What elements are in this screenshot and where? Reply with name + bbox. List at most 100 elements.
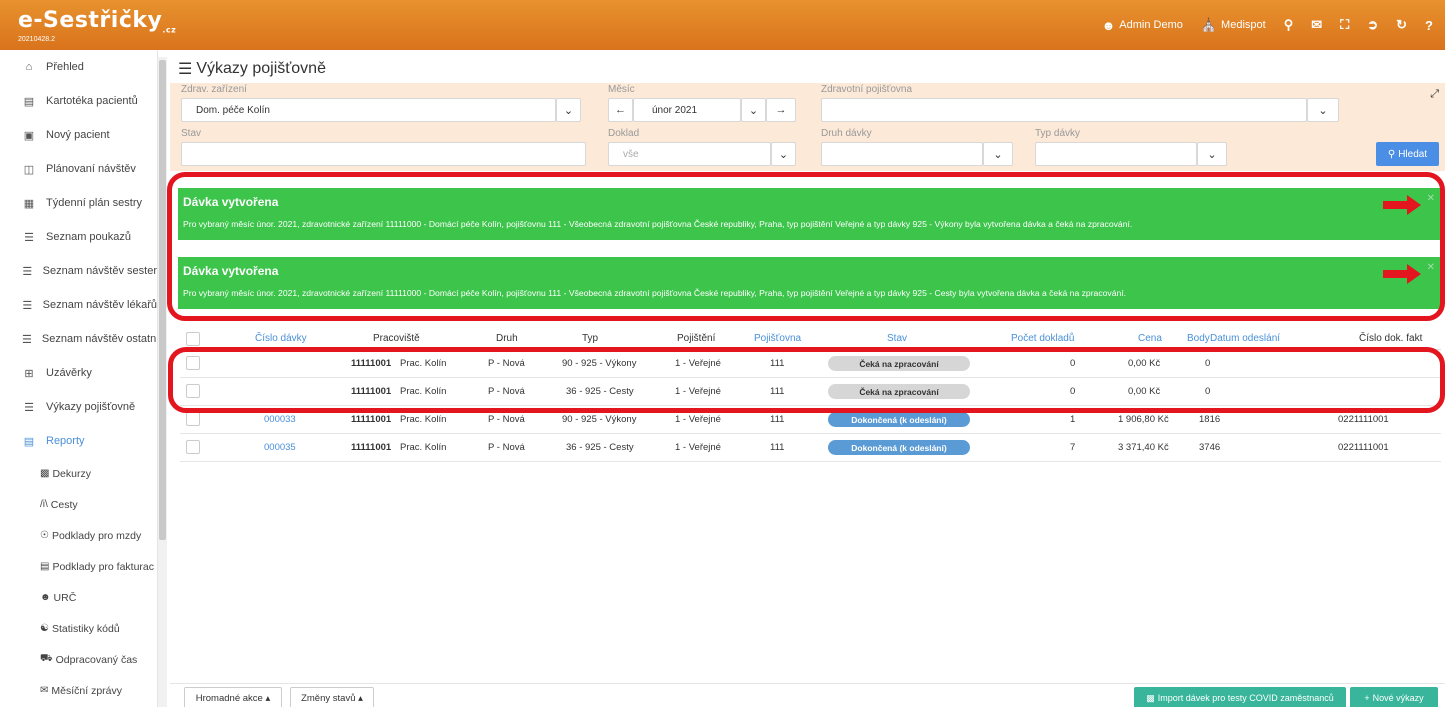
column-header: Typ xyxy=(582,333,599,344)
institution-icon: ⛪ xyxy=(1200,17,1218,32)
sidebar-item-novy-pacient[interactable]: ▣ Nový pacient xyxy=(0,118,157,152)
list-icon: ☰ xyxy=(24,401,34,414)
batch-number-link[interactable]: 000035 xyxy=(264,442,296,453)
row-checkbox[interactable] xyxy=(186,412,200,426)
id-card-icon: ▣ xyxy=(23,129,35,142)
state-changes-button[interactable]: Změny stavů ▴ xyxy=(290,687,374,707)
road-icon: /i\ xyxy=(40,499,48,510)
typ-dropdown-chevron-icon[interactable]: ⌄ xyxy=(1197,142,1227,166)
car-icon: ⛟ xyxy=(40,653,53,664)
filter-typ-select[interactable] xyxy=(1035,142,1197,166)
insurer-cell: 111 xyxy=(770,442,785,453)
insurer-cell: 111 xyxy=(770,414,785,425)
filter-stav-label: Stav xyxy=(181,128,202,139)
sidebar-sub-podklady-mzdy[interactable]: ☉ Podklady pro mzdy xyxy=(0,520,157,551)
column-header[interactable]: Datum odeslání xyxy=(1210,333,1280,344)
home-icon: ⌂ xyxy=(25,61,33,73)
sidebar-item-navstevy-sester[interactable]: ☰ Seznam návštěv sester xyxy=(0,254,157,288)
price-cell: 1 906,80 Kč xyxy=(1118,414,1169,425)
list-icon: ☰ xyxy=(178,61,193,78)
month-next-arrow-icon[interactable]: → xyxy=(766,98,796,122)
pojistovna-dropdown-chevron-icon[interactable]: ⌄ xyxy=(1307,98,1339,122)
zarizeni-dropdown-chevron-icon[interactable]: ⌄ xyxy=(556,98,581,122)
sidebar-item-navstevy-lekaru[interactable]: ☰ Seznam návštěv lékařů xyxy=(0,288,157,322)
logout-icon[interactable]: ➲ xyxy=(1367,17,1378,33)
select-all-checkbox[interactable] xyxy=(186,332,200,346)
calendar-icon: ▦ xyxy=(23,197,35,210)
column-header[interactable]: Body xyxy=(1187,333,1210,344)
envelope-icon[interactable]: ✉ xyxy=(1311,17,1322,33)
filter-pojistovna-label: Zdravotní pojišťovna xyxy=(821,84,913,95)
map-icon: ◫ xyxy=(23,163,35,176)
column-header[interactable]: Cena xyxy=(1138,333,1162,344)
sidebar-item-uzaverky[interactable]: ⊞ Uzávěrky xyxy=(0,356,157,390)
sidebar-sub-statistiky[interactable]: ☯ Statistiky kódů xyxy=(0,613,157,644)
column-header[interactable]: Počet dokladů xyxy=(1011,333,1074,344)
sidebar: ⌂ Přehled ▤ Kartotéka pacientů ▣ Nový pacie… xyxy=(0,50,158,707)
filter-panel: ⤢ Zdrav. zařízení Dom. péče Kolín ⌄ Měsí… xyxy=(170,83,1445,171)
sidebar-sub-urc[interactable]: ☻ URČ xyxy=(0,582,157,613)
import-covid-button[interactable]: ▩ Import dávek pro testy COVID zaměstnan… xyxy=(1134,687,1346,707)
column-header[interactable]: Pojišťovna xyxy=(754,333,801,344)
column-header: Číslo dok. fakt xyxy=(1359,333,1423,344)
main-content: ☰ Výkazy pojišťovně ⤢ Zdrav. zařízení Do… xyxy=(167,50,1445,707)
sidebar-sub-dekurzy[interactable]: ▩ Dekurzy xyxy=(0,458,157,489)
org-name: Medispot xyxy=(1221,19,1266,31)
doklad-dropdown-chevron-icon[interactable]: ⌄ xyxy=(771,142,796,166)
insurance-type-cell: 1 - Veřejné xyxy=(675,414,721,425)
sidebar-item-tydenni-plan[interactable]: ▦ Týdenní plán sestry xyxy=(0,186,157,220)
column-header[interactable]: Číslo dávky xyxy=(255,333,307,344)
mail-icon: ✉ xyxy=(40,685,49,696)
sidebar-item-planovani[interactable]: ◫ Plánovaní návštěv xyxy=(0,152,157,186)
help-icon[interactable]: ? xyxy=(1425,18,1433,33)
sidebar-item-prehled[interactable]: ⌂ Přehled xyxy=(0,50,157,84)
document-count: 7 xyxy=(1070,442,1076,453)
column-header[interactable]: Stav xyxy=(887,333,907,344)
sidebar-item-vykazy[interactable]: ☰ Výkazy pojišťovně xyxy=(0,390,157,424)
filter-pojistovna-select[interactable] xyxy=(821,98,1307,122)
sidebar-item-kartoteka[interactable]: ▤ Kartotéka pacientů xyxy=(0,84,157,118)
month-prev-arrow-icon[interactable]: ← xyxy=(608,98,633,122)
sidebar-scroll-thumb[interactable] xyxy=(159,60,166,540)
sidebar-item-reporty[interactable]: ▤ Reporty xyxy=(0,424,157,458)
sidebar-sub-cesty[interactable]: /i\ Cesty xyxy=(0,489,157,520)
history-icon[interactable]: ↻ xyxy=(1396,17,1407,33)
plus-icon: + xyxy=(1364,693,1370,703)
highlight-frame-alerts xyxy=(167,172,1445,321)
sidebar-sub-odpracovany-cas[interactable]: ⛟ Odpracovaný čas xyxy=(0,644,157,675)
new-reports-button[interactable]: + Nové výkazy xyxy=(1350,687,1438,707)
row-checkbox[interactable] xyxy=(186,440,200,454)
column-header: Pojištění xyxy=(677,333,716,344)
user-icon: ☻ xyxy=(40,592,51,603)
mass-actions-button[interactable]: Hromadné akce ▴ xyxy=(184,687,282,707)
druh-dropdown-chevron-icon[interactable]: ⌄ xyxy=(983,142,1013,166)
report-icon: ▤ xyxy=(23,435,35,448)
user-icon: ☻ xyxy=(1101,17,1116,33)
workplace-name: Prac. Kolín xyxy=(400,414,447,425)
app-logo[interactable]: e-Sestřičky.cz xyxy=(18,8,176,34)
sidebar-item-seznam-poukazu[interactable]: ☰ Seznam poukazů xyxy=(0,220,157,254)
filter-doklad-select[interactable]: vše xyxy=(608,142,771,166)
list-icon: ☰ xyxy=(22,265,33,278)
fullscreen-icon[interactable]: ⛶ xyxy=(1340,17,1349,33)
sidebar-sub-mesicni-zpravy[interactable]: ✉ Měsíční zprávy xyxy=(0,675,157,706)
collapse-icon[interactable]: ⤢ xyxy=(1430,88,1439,101)
points-cell: 3746 xyxy=(1199,442,1221,453)
table-row[interactable]: 000035 11111001 Prac. Kolín P - Nová 36 … xyxy=(180,434,1441,462)
filter-druh-select[interactable] xyxy=(821,142,983,166)
search-icon: ⚲ xyxy=(1387,148,1396,160)
sidebar-item-navstevy-ostatni[interactable]: ☰ Seznam návštěv ostatní xyxy=(0,322,157,356)
search-button[interactable]: ⚲ Hledat xyxy=(1376,142,1439,166)
search-icon[interactable]: ⚲ xyxy=(1284,17,1294,33)
filter-mesic-value[interactable]: únor 2021 xyxy=(633,98,741,122)
sidebar-sub-podklady-fakturace[interactable]: ▤ Podklady pro fakturac xyxy=(0,551,157,582)
price-cell: 3 371,40 Kč xyxy=(1118,442,1169,453)
user-menu[interactable]: ☻ Admin Demo xyxy=(1102,18,1183,33)
month-dropdown-chevron-icon[interactable]: ⌄ xyxy=(741,98,766,122)
top-nav: ☻ Admin Demo ⛪ Medispot ⚲ ✉ ⛶ ➲ ↻ ? xyxy=(1102,0,1433,50)
filter-zarizeni-select[interactable]: Dom. péče Kolín xyxy=(181,98,556,122)
batch-type-cell: 36 - 925 - Cesty xyxy=(566,442,634,453)
filter-stav-input[interactable] xyxy=(181,142,586,166)
batch-number-link[interactable]: 000033 xyxy=(264,414,296,425)
org-menu[interactable]: ⛪ Medispot xyxy=(1201,17,1266,33)
